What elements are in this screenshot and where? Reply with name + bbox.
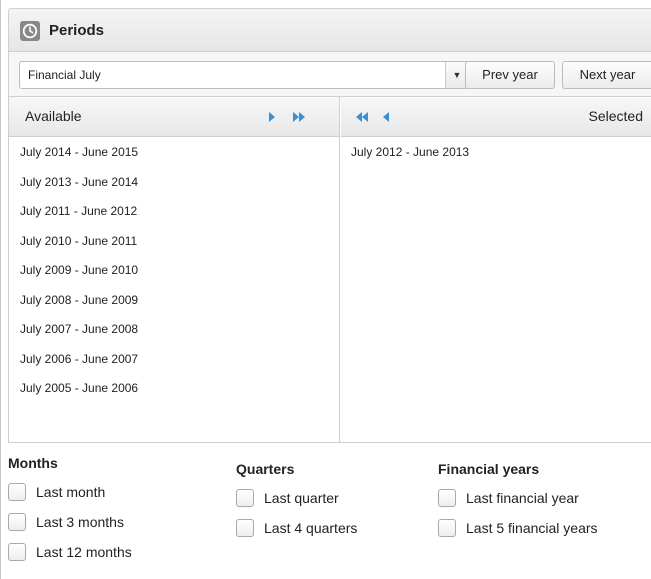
list-item[interactable]: July 2008 - June 2009 [9, 289, 339, 319]
selected-header-label: Selected [588, 108, 643, 124]
period-type-select[interactable]: Financial July ▼ [19, 61, 469, 89]
selected-header: Selected [341, 97, 651, 137]
checkbox[interactable] [438, 519, 456, 537]
checkbox[interactable] [8, 483, 26, 501]
list-item[interactable]: July 2011 - June 2012 [9, 200, 339, 230]
panel-title: Periods [49, 22, 105, 39]
period-lists: Available July 2014 - June 2015 July 2013… [8, 96, 651, 443]
option-label: Last financial year [466, 490, 579, 506]
option-last-quarter[interactable]: Last quarter [236, 483, 357, 513]
option-last-3-months[interactable]: Last 3 months [8, 507, 132, 537]
option-label: Last quarter [264, 490, 339, 506]
next-year-button[interactable]: Next year [562, 61, 651, 89]
quarters-title: Quarters [236, 461, 295, 477]
list-item[interactable]: July 2007 - June 2008 [9, 318, 339, 348]
selected-list: Selected July 2012 - June 2013 [341, 97, 651, 442]
list-item[interactable]: July 2010 - June 2011 [9, 230, 339, 260]
period-type-value: Financial July [28, 68, 101, 82]
months-title: Months [8, 455, 58, 471]
panel-header: Periods [8, 8, 651, 52]
months-group: Months Last month Last 3 months Last 12 … [8, 455, 132, 567]
financial-years-group: Financial years Last financial year Last… [438, 461, 598, 543]
list-item[interactable]: July 2013 - June 2014 [9, 171, 339, 201]
option-last-12-months[interactable]: Last 12 months [8, 537, 132, 567]
option-last-5-financial-years[interactable]: Last 5 financial years [438, 513, 598, 543]
periods-panel: Periods Financial July ▼ Prev year Next … [8, 8, 651, 571]
option-label: Last month [36, 484, 106, 500]
option-last-4-quarters[interactable]: Last 4 quarters [236, 513, 357, 543]
available-items: July 2014 - June 2015 July 2013 - June 20… [9, 141, 339, 407]
list-item[interactable]: July 2012 - June 2013 [341, 141, 651, 171]
checkbox[interactable] [8, 543, 26, 561]
option-last-financial-year[interactable]: Last financial year [438, 483, 598, 513]
prev-year-button[interactable]: Prev year [465, 61, 555, 89]
quarters-group: Quarters Last quarter Last 4 quarters [236, 461, 357, 543]
toolbar: Financial July ▼ Prev year Next year [8, 52, 651, 96]
selected-items: July 2012 - June 2013 [341, 141, 651, 171]
available-header: Available [9, 97, 339, 137]
list-item[interactable]: July 2009 - June 2010 [9, 259, 339, 289]
option-last-month[interactable]: Last month [8, 477, 132, 507]
option-label: Last 4 quarters [264, 520, 358, 536]
move-all-right-icon[interactable] [292, 109, 310, 125]
available-header-label: Available [25, 108, 82, 124]
move-right-icon[interactable] [267, 109, 285, 125]
checkbox[interactable] [438, 489, 456, 507]
option-label: Last 5 financial years [466, 520, 598, 536]
option-label: Last 12 months [36, 544, 132, 560]
available-list: Available July 2014 - June 2015 July 2013… [9, 97, 340, 442]
list-item[interactable]: July 2005 - June 2006 [9, 377, 339, 407]
checkbox[interactable] [236, 519, 254, 537]
option-label: Last 3 months [36, 514, 124, 530]
move-all-left-icon[interactable] [353, 109, 371, 125]
checkbox[interactable] [8, 513, 26, 531]
clock-icon [20, 21, 40, 41]
checkbox[interactable] [236, 489, 254, 507]
move-left-icon[interactable] [381, 109, 399, 125]
list-item[interactable]: July 2014 - June 2015 [9, 141, 339, 171]
list-item[interactable]: July 2006 - June 2007 [9, 348, 339, 378]
financial-years-title: Financial years [438, 461, 540, 477]
